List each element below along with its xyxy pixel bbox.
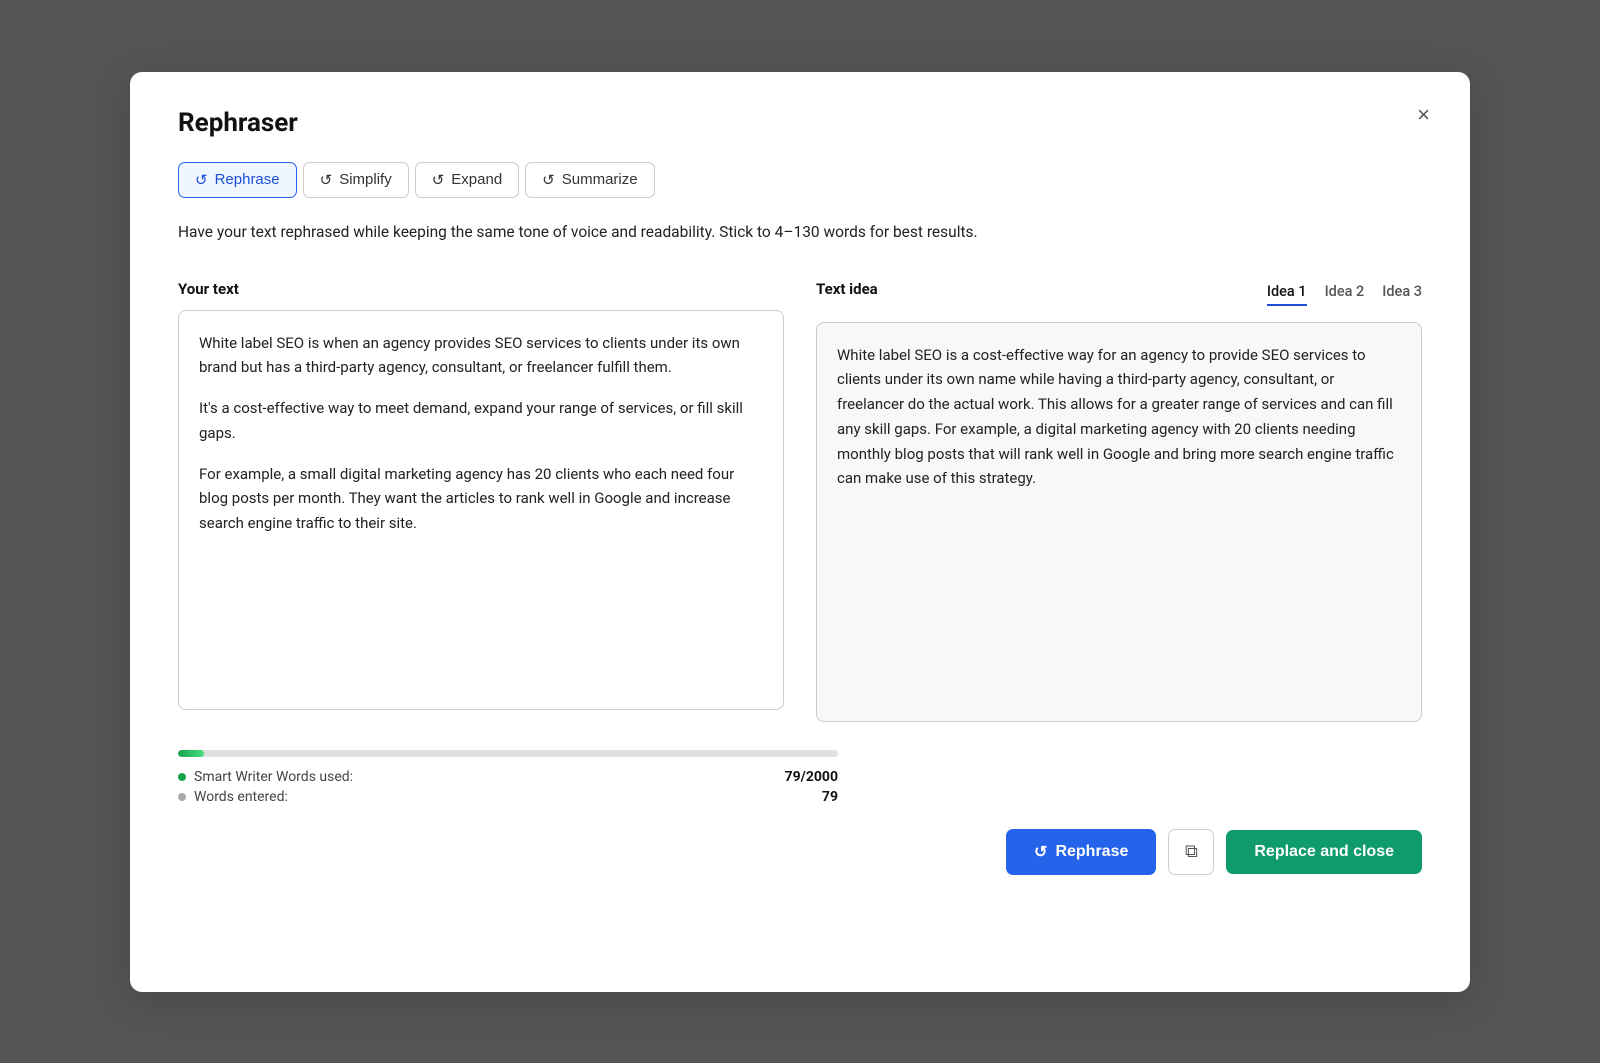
tab-expand[interactable]: ↺ Expand — [415, 162, 519, 198]
replace-close-button[interactable]: Replace and close — [1226, 830, 1422, 874]
close-button[interactable]: × — [1413, 100, 1434, 130]
words-entered-value: 79 — [822, 789, 838, 805]
idea-tab-2[interactable]: Idea 2 — [1325, 283, 1365, 306]
words-used-stat: Smart Writer Words used: 79/2000 — [178, 769, 838, 785]
right-column: Text idea Idea 1 Idea 2 Idea 3 White lab… — [816, 280, 1422, 722]
tab-rephrase[interactable]: ↺ Rephrase — [178, 162, 297, 198]
result-text: White label SEO is a cost-effective way … — [837, 343, 1401, 492]
words-entered-label: Words entered: — [194, 789, 288, 805]
rephrase-tab-icon: ↺ — [195, 171, 208, 189]
simplify-tab-icon: ↺ — [320, 171, 333, 189]
rephrase-button-icon: ↺ — [1034, 842, 1047, 862]
text-idea-label: Text idea — [816, 280, 878, 298]
idea-tab-3[interactable]: Idea 3 — [1382, 283, 1422, 306]
result-text-box: White label SEO is a cost-effective way … — [816, 322, 1422, 722]
your-text-box[interactable]: White label SEO is when an agency provid… — [178, 310, 784, 710]
stats-row: Smart Writer Words used: 79/2000 Words e… — [178, 769, 1422, 805]
tab-simplify[interactable]: ↺ Simplify — [303, 162, 409, 198]
rephrase-button-label: Rephrase — [1055, 843, 1128, 861]
replace-close-label: Replace and close — [1254, 843, 1394, 861]
tab-expand-label: Expand — [451, 171, 502, 188]
tab-simplify-label: Simplify — [339, 171, 392, 188]
rephrase-button[interactable]: ↺ Rephrase — [1006, 829, 1156, 875]
progress-section: Smart Writer Words used: 79/2000 Words e… — [178, 750, 1422, 805]
words-entered-stat: Words entered: 79 — [178, 789, 838, 805]
idea-tab-1[interactable]: Idea 1 — [1267, 283, 1307, 306]
your-text-p3: For example, a small digital marketing a… — [199, 462, 763, 536]
tab-summarize[interactable]: ↺ Summarize — [525, 162, 654, 198]
tab-rephrase-label: Rephrase — [215, 171, 280, 188]
right-column-header: Text idea Idea 1 Idea 2 Idea 3 — [816, 280, 1422, 310]
words-entered-dot — [178, 793, 186, 801]
description-text: Have your text rephrased while keeping t… — [178, 220, 1422, 244]
your-text-label: Your text — [178, 280, 784, 298]
words-used-dot — [178, 773, 186, 781]
summarize-tab-icon: ↺ — [542, 171, 555, 189]
rephraser-modal: Rephraser × ↺ Rephrase ↺ Simplify ↺ Expa… — [130, 72, 1470, 992]
bottom-actions: ↺ Rephrase ⧉ Replace and close — [178, 829, 1422, 875]
left-column: Your text White label SEO is when an age… — [178, 280, 784, 722]
copy-button[interactable]: ⧉ — [1168, 829, 1214, 875]
words-used-label: Smart Writer Words used: — [194, 769, 353, 785]
tab-bar: ↺ Rephrase ↺ Simplify ↺ Expand ↺ Summari… — [178, 162, 1422, 198]
idea-tabs: Idea 1 Idea 2 Idea 3 — [1267, 283, 1422, 306]
content-columns: Your text White label SEO is when an age… — [178, 280, 1422, 722]
tab-summarize-label: Summarize — [562, 171, 638, 188]
modal-title: Rephraser — [178, 108, 1422, 138]
progress-bar-track — [178, 750, 838, 757]
your-text-p1: White label SEO is when an agency provid… — [199, 331, 763, 381]
your-text-p2: It's a cost-effective way to meet demand… — [199, 396, 763, 446]
expand-tab-icon: ↺ — [432, 171, 445, 189]
progress-bar-fill — [178, 750, 204, 757]
words-used-value: 79/2000 — [785, 769, 838, 785]
copy-icon: ⧉ — [1185, 841, 1198, 862]
